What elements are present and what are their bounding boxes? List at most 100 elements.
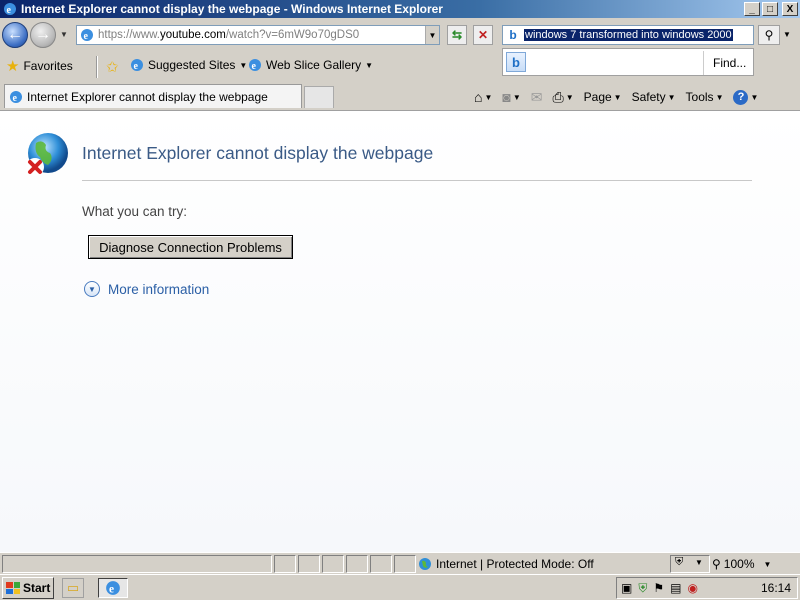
- favorite-web-slice-gallery[interactable]: e Web Slice Gallery ▼: [248, 58, 373, 72]
- feeds-button[interactable]: ◙ ▼: [502, 89, 520, 105]
- more-information-label: More information: [108, 281, 210, 297]
- mail-icon: ✉: [530, 88, 543, 105]
- svg-text:e: e: [7, 5, 12, 16]
- windows-logo-icon: [6, 582, 20, 594]
- forward-button[interactable]: →: [30, 22, 56, 48]
- bing-provider-icon[interactable]: b: [506, 52, 526, 72]
- favorite-label: Web Slice Gallery: [266, 58, 362, 72]
- chevron-down-icon: ▼: [239, 60, 248, 70]
- svg-text:e: e: [252, 61, 257, 72]
- safety-menu[interactable]: Safety ▼: [632, 90, 676, 104]
- recent-pages-dropdown[interactable]: ▼: [60, 30, 68, 39]
- chevron-down-icon: ▼: [84, 281, 100, 297]
- tab-row: e Internet Explorer cannot display the w…: [0, 80, 800, 110]
- printer-icon: ⎙: [552, 88, 564, 105]
- tools-menu-label: Tools: [685, 90, 714, 104]
- start-button[interactable]: Start: [2, 577, 54, 599]
- page-menu-label: Page: [583, 90, 612, 104]
- arrow-left-icon: ←: [7, 26, 23, 43]
- page-content: Internet Explorer cannot display the web…: [0, 110, 800, 552]
- search-options-dropdown[interactable]: ▼: [783, 30, 791, 39]
- svg-text:e: e: [134, 61, 139, 72]
- svg-text:e: e: [109, 584, 114, 596]
- shield-icon: ⛨: [675, 556, 684, 568]
- refresh-button[interactable]: ⇆: [447, 25, 467, 45]
- home-button[interactable]: ⌂ ▼: [474, 89, 492, 105]
- tab-label: Internet Explorer cannot display the web…: [27, 89, 268, 104]
- read-mail-button[interactable]: ✉: [531, 89, 543, 106]
- help-button[interactable]: ? ▼: [733, 89, 758, 105]
- folder-icon: ▭: [66, 580, 80, 595]
- system-tray: ▣ ⛨ ⚑ ▤ ◉ 16:14: [616, 577, 798, 599]
- file-explorer-quicklaunch[interactable]: ▭: [62, 578, 84, 598]
- more-information-link[interactable]: ▼ More information: [84, 281, 209, 297]
- search-button[interactable]: ⚲: [758, 25, 780, 45]
- rss-icon: ◙: [502, 89, 511, 105]
- print-button[interactable]: ⎙ ▼: [553, 89, 574, 106]
- page-menu[interactable]: Page ▼: [584, 90, 622, 104]
- favorites-button[interactable]: ★ Favorites: [6, 56, 73, 76]
- stop-icon: ✕: [477, 28, 489, 42]
- zoom-control[interactable]: ⚲ 100% ▼: [712, 555, 796, 573]
- zoom-level: 100%: [723, 557, 755, 571]
- ie-page-icon: e: [131, 59, 143, 72]
- status-pane: [322, 555, 344, 573]
- star-icon: ★: [6, 58, 20, 75]
- favorites-label: Favorites: [23, 59, 73, 73]
- status-pane: [346, 555, 368, 573]
- ie-page-icon: e: [249, 59, 261, 72]
- status-pane: [370, 555, 392, 573]
- close-button[interactable]: X: [782, 2, 798, 16]
- address-dropdown-button[interactable]: ▼: [425, 26, 439, 44]
- security-zone-label: Internet | Protected Mode: Off: [436, 557, 594, 571]
- globe-icon: [419, 558, 431, 570]
- status-bar: Internet | Protected Mode: Off ⛨ ▼ ⚲ 100…: [0, 552, 800, 574]
- browser-chrome: ← → ▼ e https://www.youtube.com/watch?v=…: [0, 18, 800, 110]
- chevron-down-icon: ▼: [695, 558, 703, 567]
- minimize-button[interactable]: _: [744, 2, 760, 16]
- volume-muted-icon[interactable]: ◉: [687, 581, 697, 595]
- favorite-suggested-sites[interactable]: e Suggested Sites ▼: [130, 58, 247, 72]
- internet-explorer-icon: e: [4, 3, 16, 16]
- divider: [96, 56, 98, 78]
- zoom-icon: ⚲: [712, 557, 721, 571]
- arrow-right-icon: →: [35, 26, 51, 43]
- new-tab-button[interactable]: [304, 86, 334, 108]
- search-query-text[interactable]: windows 7 transformed into windows 2000: [524, 29, 733, 41]
- divider: [703, 51, 704, 75]
- tools-menu[interactable]: Tools ▼: [686, 90, 724, 104]
- security-shield-icon[interactable]: ⛨: [638, 581, 647, 596]
- network-icon[interactable]: ▤: [670, 581, 681, 595]
- status-text-pane: [2, 555, 272, 573]
- status-pane: [394, 555, 416, 573]
- window-title-bar[interactable]: e Internet Explorer cannot display the w…: [0, 0, 800, 18]
- action-center-icon[interactable]: ▣: [621, 581, 632, 595]
- tab-active[interactable]: e Internet Explorer cannot display the w…: [4, 84, 302, 108]
- find-on-page-button[interactable]: Find...: [713, 56, 746, 70]
- start-label: Start: [23, 581, 51, 595]
- maximize-button[interactable]: □: [762, 2, 778, 16]
- clock[interactable]: 16:14: [761, 581, 791, 595]
- url-text[interactable]: https://www.youtube.com/watch?v=6mW9o70g…: [98, 29, 425, 41]
- svg-text:e: e: [84, 31, 89, 42]
- flag-icon[interactable]: ⚑: [653, 581, 664, 595]
- address-bar[interactable]: e https://www.youtube.com/watch?v=6mW9o7…: [76, 25, 440, 45]
- suggestion-heading: What you can try:: [82, 204, 188, 219]
- back-button[interactable]: ←: [2, 22, 28, 48]
- globe-error-icon: [26, 133, 68, 176]
- protected-mode-pane[interactable]: ⛨ ▼: [670, 555, 710, 573]
- divider: [82, 180, 752, 181]
- ie-taskbar-button[interactable]: e: [98, 578, 128, 598]
- search-input[interactable]: b windows 7 transformed into windows 200…: [502, 25, 754, 45]
- add-favorite-icon[interactable]: ✩: [106, 58, 119, 76]
- page-title: Internet Explorer cannot display the web…: [82, 143, 434, 163]
- diagnose-connection-button[interactable]: Diagnose Connection Problems: [88, 235, 293, 259]
- window-title: Internet Explorer cannot display the web…: [21, 2, 443, 16]
- status-pane: [274, 555, 296, 573]
- ie-page-icon: e: [81, 29, 93, 42]
- favorite-label: Suggested Sites: [148, 58, 236, 72]
- stop-button[interactable]: ✕: [473, 25, 493, 45]
- navigation-bar: ← → ▼ e https://www.youtube.com/watch?v=…: [0, 18, 800, 76]
- security-zone[interactable]: Internet | Protected Mode: Off: [418, 555, 668, 573]
- chevron-down-icon: ▼: [763, 559, 772, 569]
